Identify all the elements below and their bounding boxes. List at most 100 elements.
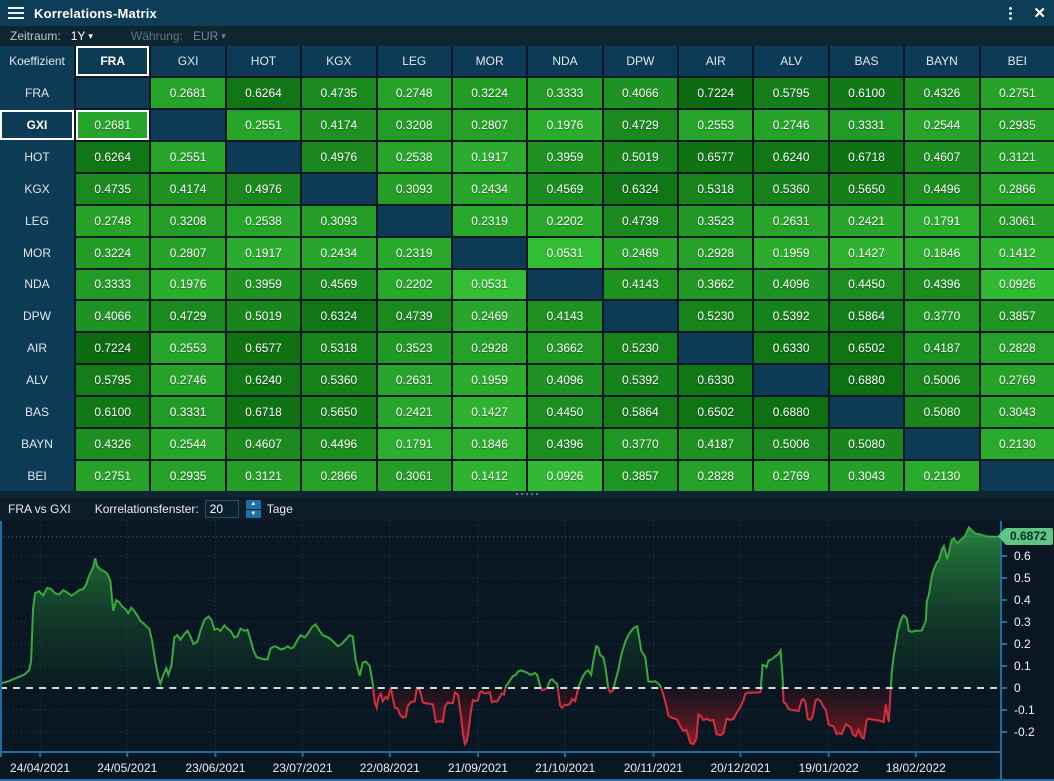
- matrix-cell-DPW-BAYN[interactable]: 0.3770: [604, 429, 677, 459]
- matrix-cell-MOR-FRA[interactable]: 0.3224: [453, 78, 526, 108]
- matrix-cell-DPW-AIR[interactable]: 0.5230: [604, 333, 677, 363]
- matrix-cell-AIR-MOR[interactable]: 0.2928: [679, 238, 752, 268]
- matrix-cell-ALV-NDA[interactable]: 0.4096: [754, 270, 827, 300]
- matrix-cell-LEG-HOT[interactable]: 0.2538: [378, 142, 451, 172]
- matrix-cell-BEI-GXI[interactable]: 0.2935: [981, 110, 1054, 140]
- matrix-cell-BEI-KGX[interactable]: 0.2866: [981, 174, 1054, 204]
- row-header-BAYN[interactable]: BAYN: [0, 429, 74, 459]
- matrix-cell-BEI-BAS[interactable]: 0.3043: [981, 397, 1054, 427]
- matrix-cell-BAS-KGX[interactable]: 0.5650: [830, 174, 903, 204]
- matrix-cell-FRA-LEG[interactable]: 0.2748: [76, 206, 149, 236]
- matrix-cell-BAYN-GXI[interactable]: 0.2544: [905, 110, 978, 140]
- matrix-cell-DPW-MOR[interactable]: 0.2469: [604, 238, 677, 268]
- correlation-area-chart[interactable]: [0, 521, 1000, 757]
- matrix-cell-BAS-ALV[interactable]: 0.6880: [830, 365, 903, 395]
- column-header-KGX[interactable]: KGX: [302, 46, 375, 76]
- matrix-cell-KGX-FRA[interactable]: 0.4735: [302, 78, 375, 108]
- row-header-MOR[interactable]: MOR: [0, 238, 74, 268]
- matrix-cell-AIR-HOT[interactable]: 0.6577: [679, 142, 752, 172]
- matrix-cell-MOR-BAYN[interactable]: 0.1846: [453, 429, 526, 459]
- matrix-cell-MOR-BEI[interactable]: 0.1412: [453, 461, 526, 491]
- column-header-LEG[interactable]: LEG: [378, 46, 451, 76]
- matrix-cell-NDA-LEG[interactable]: 0.2202: [528, 206, 601, 236]
- matrix-cell-BAS-LEG[interactable]: 0.2421: [830, 206, 903, 236]
- matrix-cell-KGX-BAS[interactable]: 0.5650: [302, 397, 375, 427]
- matrix-cell-GXI-ALV[interactable]: 0.2746: [151, 365, 224, 395]
- matrix-cell-HOT-DPW[interactable]: 0.5019: [227, 301, 300, 331]
- matrix-cell-KGX-NDA[interactable]: 0.4569: [302, 270, 375, 300]
- matrix-cell-ALV-FRA[interactable]: 0.5795: [754, 78, 827, 108]
- matrix-cell-GXI-FRA[interactable]: 0.2681: [151, 78, 224, 108]
- stepper-down-icon[interactable]: ▼: [246, 510, 261, 519]
- matrix-cell-FRA-BAYN[interactable]: 0.4326: [76, 429, 149, 459]
- matrix-cell-ALV-BAYN[interactable]: 0.5006: [754, 429, 827, 459]
- row-header-KGX[interactable]: KGX: [0, 174, 74, 204]
- matrix-cell-AIR-LEG[interactable]: 0.3523: [679, 206, 752, 236]
- matrix-cell-LEG-NDA[interactable]: 0.2202: [378, 270, 451, 300]
- matrix-cell-NDA-MOR[interactable]: 0.0531: [528, 238, 601, 268]
- matrix-cell-GXI-BAYN[interactable]: 0.2544: [151, 429, 224, 459]
- matrix-cell-DPW-HOT[interactable]: 0.5019: [604, 142, 677, 172]
- row-header-BAS[interactable]: BAS: [0, 397, 74, 427]
- row-header-LEG[interactable]: LEG: [0, 206, 74, 236]
- matrix-cell-BAYN-AIR[interactable]: 0.4187: [905, 333, 978, 363]
- matrix-cell-BAS-FRA[interactable]: 0.6100: [830, 78, 903, 108]
- matrix-cell-FRA-BEI[interactable]: 0.2751: [76, 461, 149, 491]
- matrix-cell-LEG-BEI[interactable]: 0.3061: [378, 461, 451, 491]
- matrix-cell-KGX-HOT[interactable]: 0.4976: [302, 142, 375, 172]
- matrix-cell-ALV-HOT[interactable]: 0.6240: [754, 142, 827, 172]
- matrix-cell-KGX-AIR[interactable]: 0.5318: [302, 333, 375, 363]
- matrix-cell-FRA-BAS[interactable]: 0.6100: [76, 397, 149, 427]
- matrix-cell-KGX-LEG[interactable]: 0.3093: [302, 206, 375, 236]
- more-options-icon[interactable]: [1001, 5, 1019, 21]
- row-header-DPW[interactable]: DPW: [0, 301, 74, 331]
- matrix-cell-NDA-BAS[interactable]: 0.4450: [528, 397, 601, 427]
- matrix-cell-AIR-BEI[interactable]: 0.2828: [679, 461, 752, 491]
- matrix-cell-DPW-BEI[interactable]: 0.3857: [604, 461, 677, 491]
- matrix-cell-NDA-ALV[interactable]: 0.4096: [528, 365, 601, 395]
- matrix-cell-ALV-LEG[interactable]: 0.2631: [754, 206, 827, 236]
- matrix-cell-GXI-BEI[interactable]: 0.2935: [151, 461, 224, 491]
- column-header-BEI[interactable]: BEI: [981, 46, 1054, 76]
- hamburger-menu-icon[interactable]: [8, 7, 24, 19]
- matrix-cell-BAS-BAYN[interactable]: 0.5080: [830, 429, 903, 459]
- matrix-cell-FRA-DPW[interactable]: 0.4066: [76, 301, 149, 331]
- matrix-cell-FRA-AIR[interactable]: 0.7224: [76, 333, 149, 363]
- matrix-cell-ALV-BAS[interactable]: 0.6880: [754, 397, 827, 427]
- matrix-cell-FRA-NDA[interactable]: 0.3333: [76, 270, 149, 300]
- column-header-MOR[interactable]: MOR: [453, 46, 526, 76]
- matrix-cell-MOR-LEG[interactable]: 0.2319: [453, 206, 526, 236]
- matrix-cell-HOT-KGX[interactable]: 0.4976: [227, 174, 300, 204]
- matrix-cell-AIR-KGX[interactable]: 0.5318: [679, 174, 752, 204]
- matrix-cell-BAS-DPW[interactable]: 0.5864: [830, 301, 903, 331]
- matrix-cell-BEI-ALV[interactable]: 0.2769: [981, 365, 1054, 395]
- matrix-cell-LEG-FRA[interactable]: 0.2748: [378, 78, 451, 108]
- matrix-cell-LEG-DPW[interactable]: 0.4739: [378, 301, 451, 331]
- matrix-cell-LEG-GXI[interactable]: 0.3208: [378, 110, 451, 140]
- matrix-cell-GXI-NDA[interactable]: 0.1976: [151, 270, 224, 300]
- matrix-cell-BAS-HOT[interactable]: 0.6718: [830, 142, 903, 172]
- matrix-cell-KGX-BEI[interactable]: 0.2866: [302, 461, 375, 491]
- matrix-cell-LEG-MOR[interactable]: 0.2319: [378, 238, 451, 268]
- row-header-GXI[interactable]: GXI: [0, 110, 74, 140]
- matrix-cell-FRA-KGX[interactable]: 0.4735: [76, 174, 149, 204]
- matrix-cell-GXI-AIR[interactable]: 0.2553: [151, 333, 224, 363]
- matrix-cell-BAYN-KGX[interactable]: 0.4496: [905, 174, 978, 204]
- column-header-BAYN[interactable]: BAYN: [905, 46, 978, 76]
- column-header-NDA[interactable]: NDA: [528, 46, 601, 76]
- matrix-cell-ALV-GXI[interactable]: 0.2746: [754, 110, 827, 140]
- matrix-cell-NDA-FRA[interactable]: 0.3333: [528, 78, 601, 108]
- matrix-cell-ALV-AIR[interactable]: 0.6330: [754, 333, 827, 363]
- matrix-cell-NDA-HOT[interactable]: 0.3959: [528, 142, 601, 172]
- matrix-cell-GXI-LEG[interactable]: 0.3208: [151, 206, 224, 236]
- matrix-cell-HOT-GXI[interactable]: 0.2551: [227, 110, 300, 140]
- matrix-cell-BAYN-LEG[interactable]: 0.1791: [905, 206, 978, 236]
- matrix-cell-BAYN-BEI[interactable]: 0.2130: [905, 461, 978, 491]
- matrix-cell-GXI-KGX[interactable]: 0.4174: [151, 174, 224, 204]
- row-header-BEI[interactable]: BEI: [0, 461, 74, 491]
- matrix-cell-HOT-AIR[interactable]: 0.6577: [227, 333, 300, 363]
- matrix-cell-NDA-GXI[interactable]: 0.1976: [528, 110, 601, 140]
- matrix-cell-ALV-KGX[interactable]: 0.5360: [754, 174, 827, 204]
- matrix-cell-MOR-ALV[interactable]: 0.1959: [453, 365, 526, 395]
- matrix-cell-AIR-BAS[interactable]: 0.6502: [679, 397, 752, 427]
